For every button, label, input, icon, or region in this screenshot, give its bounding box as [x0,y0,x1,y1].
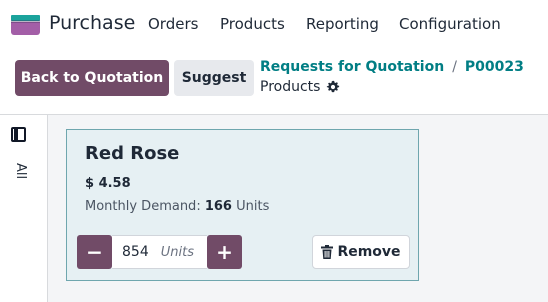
demand-unit: Units [236,199,270,214]
filter-all[interactable]: All [13,163,28,179]
menu-reporting[interactable]: Reporting [306,15,379,33]
purchase-app-icon[interactable] [11,15,40,35]
breadcrumb-separator: / [452,59,457,75]
remove-button[interactable]: Remove [312,235,410,269]
filter-sidebar: All [0,115,48,302]
quantity-unit: Units [160,244,194,260]
quantity-value: 854 [122,244,149,260]
quantity-input[interactable]: 854 Units [112,235,207,269]
back-to-quotation-button[interactable]: Back to Quotation [15,60,169,96]
demand-value: 166 [204,199,232,214]
product-card: Red Rose $ 4.58 Monthly Demand: 166 Unit… [66,129,419,281]
panel-toggle-icon[interactable] [11,127,26,142]
breadcrumb: Requests for Quotation / P00023 [260,59,524,75]
breadcrumb-rfq-link[interactable]: Requests for Quotation [260,59,444,75]
monthly-demand: Monthly Demand: 166 Units [85,199,269,214]
remove-label: Remove [337,244,401,260]
product-name: Red Rose [85,143,180,164]
top-navbar: Purchase Orders Products Reporting Confi… [0,0,548,49]
decrease-quantity-button[interactable]: − [77,235,112,269]
trash-icon [321,245,334,259]
menu-orders[interactable]: Orders [148,15,198,33]
menu-products[interactable]: Products [220,15,285,33]
demand-label: Monthly Demand: [85,199,201,214]
breadcrumb-order-link[interactable]: P00023 [465,59,524,75]
product-price: $ 4.58 [85,176,131,191]
suggest-button[interactable]: Suggest [174,60,254,96]
gear-icon[interactable] [326,80,340,94]
app-name[interactable]: Purchase [49,12,135,34]
current-view-label: Products [260,79,321,95]
increase-quantity-button[interactable]: + [207,235,242,269]
menu-configuration[interactable]: Configuration [399,15,501,33]
current-view-title: Products [260,79,340,95]
